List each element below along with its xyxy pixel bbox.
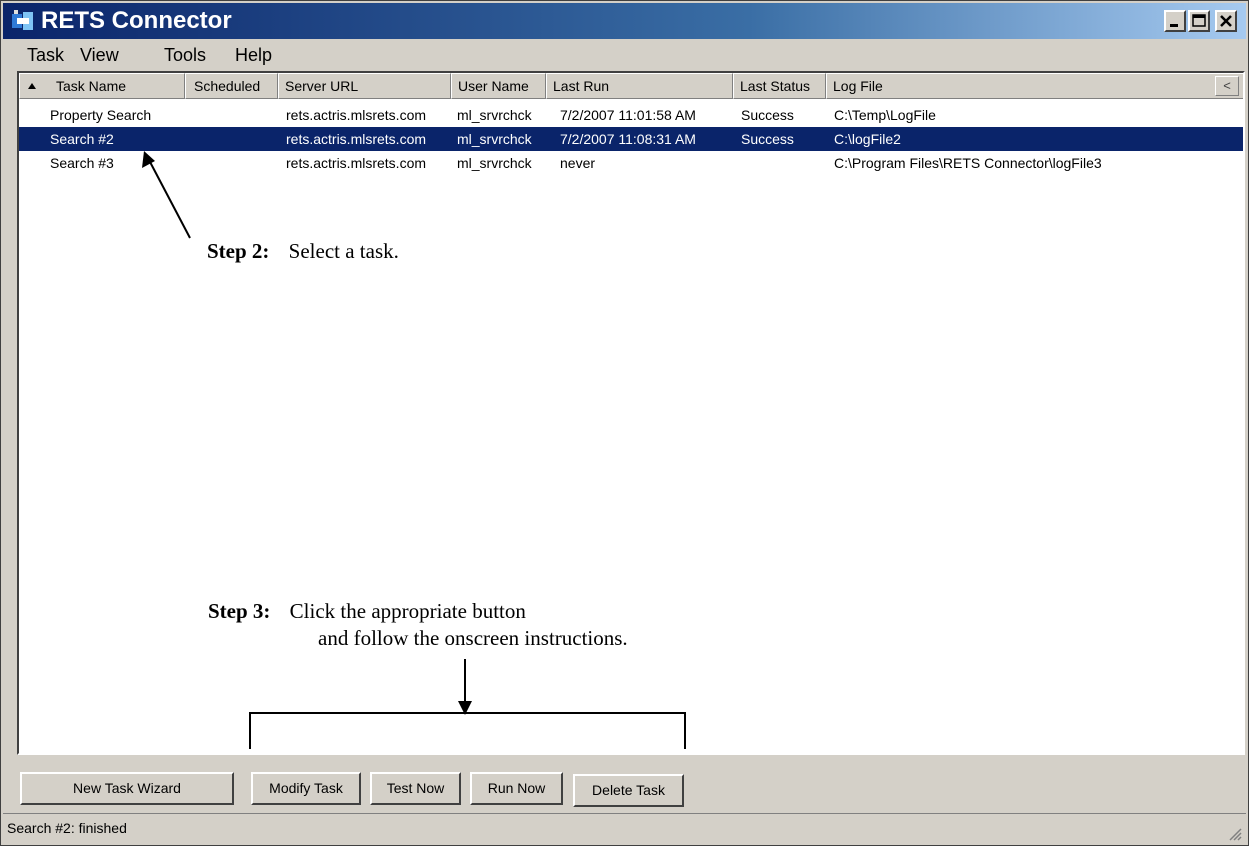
step2-arrowhead	[142, 151, 155, 168]
new-task-wizard-button[interactable]: New Task Wizard	[20, 772, 234, 805]
step2-annotation: Step 2: Select a task.	[207, 239, 399, 264]
step3-line1: Click the appropriate button	[289, 599, 526, 623]
step2-arrow-line	[148, 159, 191, 239]
resize-grip-icon[interactable]	[1228, 827, 1242, 841]
test-now-button[interactable]: Test Now	[370, 772, 461, 805]
annotation-arrows	[142, 151, 686, 749]
step2-label: Step 2:	[207, 239, 270, 263]
status-text: Search #2: finished	[7, 820, 127, 836]
step3-bracket	[249, 712, 686, 749]
step2-text: Select a task.	[288, 239, 399, 263]
step3-annotation: Step 3: Click the appropriate button	[208, 599, 526, 624]
delete-task-button[interactable]: Delete Task	[573, 774, 684, 807]
rets-connector-window: RETS Connector Task View Tools Help Task…	[0, 0, 1249, 846]
step3-label: Step 3:	[208, 599, 271, 623]
status-bar: Search #2: finished	[3, 813, 1246, 845]
step3-line2: and follow the onscreen instructions.	[318, 626, 628, 650]
run-now-button[interactable]: Run Now	[470, 772, 563, 805]
modify-task-button[interactable]: Modify Task	[251, 772, 361, 805]
